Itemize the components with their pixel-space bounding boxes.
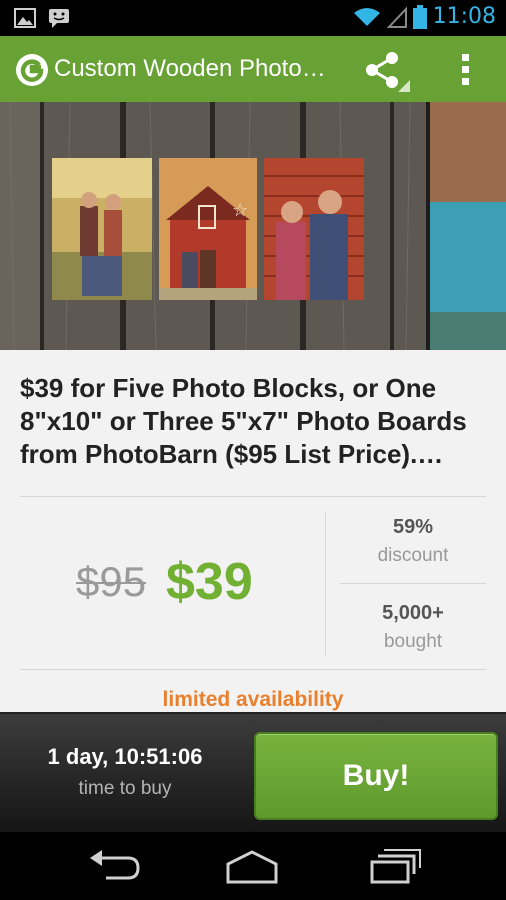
discount-label: discount [377,545,449,566]
discount-value: 59% [392,516,434,538]
navigation-bar [0,832,506,900]
deal-price: $39 [166,553,253,611]
wifi-icon [353,7,380,26]
bought-label: bought [383,631,443,652]
deal-title: $39 for Five Photo Blocks, or One 8"x10"… [20,373,467,469]
image-notification-icon [14,8,36,28]
chat-notification-icon [49,9,69,28]
status-bar: 11:08 [0,0,506,36]
divider [20,496,486,497]
overflow-menu-icon[interactable] [456,52,476,88]
groupon-logo-icon[interactable] [16,54,48,86]
purchase-bar: 1 day, 10:51:06 time to buy Buy! [0,712,506,832]
svg-text:☆: ☆ [232,200,248,221]
home-icon[interactable] [224,848,280,884]
bought-value: 5,000+ [382,602,444,624]
bought-stat: 5,000+ bought [340,602,486,653]
divider [20,669,486,670]
clock: 11:08 [432,4,496,29]
deal-content[interactable]: ☆ $39 for Five Photo Blocks, or One 8"x1… [0,102,506,712]
buy-button[interactable]: Buy! [254,732,498,820]
page-title: Custom Wooden Photo… [54,55,326,82]
original-price: $95 [76,558,147,605]
availability-label: limited availability [162,688,344,711]
countdown-value: 1 day, 10:51:06 [47,744,203,769]
deal-image-carousel[interactable]: ☆ [0,102,506,350]
signal-icon [386,5,407,28]
share-icon[interactable] [360,50,412,92]
battery-icon [412,4,427,29]
action-bar: Custom Wooden Photo… [0,36,506,102]
vertical-divider [325,512,326,656]
deal-photo: ☆ [0,102,506,350]
recent-apps-icon[interactable] [366,848,422,884]
stat-divider [340,583,486,584]
price-box: $95 $39 [20,498,324,668]
discount-stat: 59% discount [340,516,486,567]
countdown-label: time to buy [78,778,172,799]
countdown-timer: 1 day, 10:51:06 time to buy [20,744,230,800]
back-icon[interactable] [86,848,142,884]
